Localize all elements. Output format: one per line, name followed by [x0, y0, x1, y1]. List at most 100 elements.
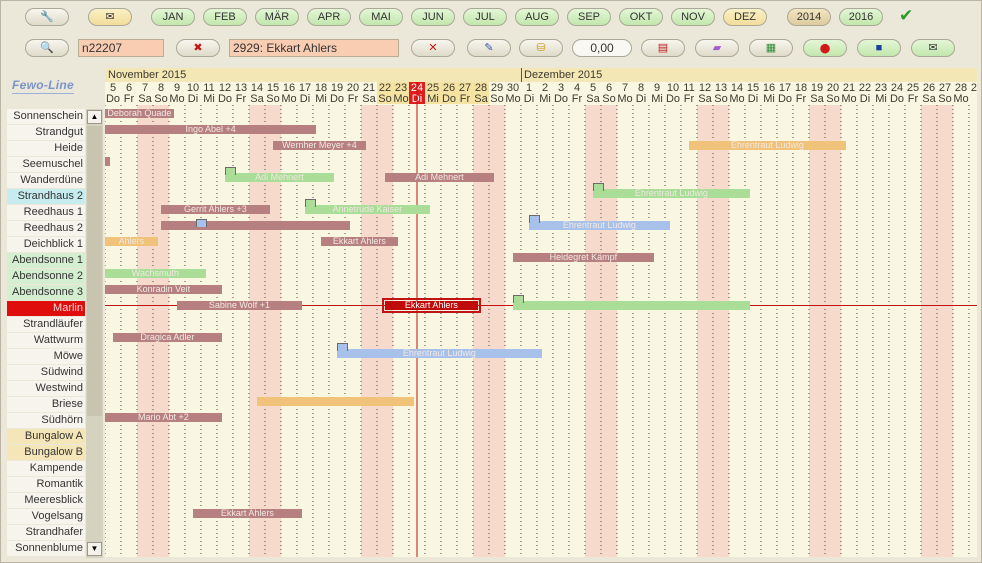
scroll-up-icon[interactable]: ▲ [87, 110, 102, 124]
unit-row-label[interactable]: Romantik [7, 477, 85, 492]
booking-bar[interactable]: Heidegret Kämpf [513, 253, 654, 262]
month-button-3[interactable]: APR [307, 8, 351, 26]
search-button[interactable]: 🔍 [25, 39, 69, 57]
unit-row-label[interactable]: Bungalow B [7, 445, 85, 460]
unit-row-label[interactable]: Abendsonne 3 [7, 285, 85, 300]
unit-row-label[interactable]: Marlin [7, 301, 85, 316]
pdf-icon: ▤ [657, 42, 669, 54]
booking-bar[interactable] [161, 221, 350, 230]
unit-row-label[interactable]: Reedhaus 2 [7, 221, 85, 236]
booking-calendar[interactable]: November 2015 Dezember 2015 5 Do 6 Fr 7 Sa 8 So 9 M… [105, 68, 977, 557]
month-button-0[interactable]: JAN [151, 8, 195, 26]
unit-row-label[interactable]: Wanderdüne [7, 173, 85, 188]
booking-field[interactable]: 2929: Ekkart Ahlers [229, 39, 399, 57]
unit-row-label[interactable]: Briese [7, 397, 85, 412]
month-button-10[interactable]: NOV [671, 8, 715, 26]
month-button-4[interactable]: MAI [359, 8, 403, 26]
unit-row-label[interactable]: Möwe [7, 349, 85, 364]
unit-row-label[interactable]: Seemuschel [7, 157, 85, 172]
booking-bar[interactable]: Ahlers [105, 237, 158, 246]
booking-bar[interactable]: Konradin Veit [105, 285, 222, 294]
booking-bar[interactable] [513, 301, 750, 310]
edit-button[interactable]: ✎ [467, 39, 511, 57]
unit-row-label[interactable]: Sonnenblume [7, 541, 85, 556]
year-next-button[interactable]: 2016 [839, 8, 883, 26]
app-logo: Fewo-Line [12, 78, 75, 94]
unit-row-label[interactable]: Strandhaus 2 [7, 189, 85, 204]
eraser-button[interactable]: ▰ [695, 39, 739, 57]
unit-row-label[interactable]: Abendsonne 2 [7, 269, 85, 284]
booking-bar[interactable] [257, 397, 414, 406]
unit-row-label[interactable]: Wattwurm [7, 333, 85, 348]
unit-row-label[interactable]: Meeresblick [7, 493, 85, 508]
year-prev-button[interactable]: 2014 [787, 8, 831, 26]
unit-row-label[interactable]: Strandläufer [7, 317, 85, 332]
pdf-button[interactable]: ▤ [641, 39, 685, 57]
payment-button[interactable]: ⛁ [519, 39, 563, 57]
todo-button[interactable]: ⬤ [803, 39, 847, 57]
map-button[interactable]: ▦ [749, 39, 793, 57]
arrival-marker [225, 167, 236, 175]
envelope-icon: ✉ [928, 42, 938, 54]
booking-bar[interactable]: Adi Mehnert [225, 173, 334, 182]
arrival-marker [196, 219, 208, 227]
month-button-5[interactable]: JUN [411, 8, 455, 26]
booking-bar[interactable]: Ehrentraut Ludwig [689, 141, 846, 150]
arrival-marker [337, 343, 348, 351]
mail-inbox-button[interactable]: ✉ [88, 8, 132, 26]
booking-bar[interactable]: Ekkart Ahlers [321, 237, 398, 246]
booking-bar[interactable]: Ekkart Ahlers [193, 509, 302, 518]
vertical-scrollbar[interactable]: ▲ ▼ [86, 109, 103, 558]
unit-row-label[interactable]: Sonnenschein [7, 109, 85, 124]
unit-row-label[interactable]: Heide [7, 141, 85, 156]
month-button-11[interactable]: DEZ [723, 8, 767, 26]
unit-row-label[interactable]: Kampende [7, 461, 85, 476]
unit-row-label[interactable]: Reedhaus 1 [7, 205, 85, 220]
remove-customer-button[interactable]: ✖ [176, 39, 220, 57]
booking-bar[interactable]: Ehrentraut Ludwig [337, 349, 542, 358]
unit-row-label[interactable]: Strandgut [7, 125, 85, 140]
email-button[interactable]: ✉ [911, 39, 955, 57]
booking-bar[interactable]: Ehrentraut Ludwig [529, 221, 670, 230]
booking-bar[interactable]: Sabine Wolf +1 [177, 301, 302, 310]
unit-row-label[interactable]: Südhörn [7, 413, 85, 428]
booking-bar[interactable] [105, 157, 110, 166]
arrival-marker [593, 183, 604, 191]
briefcase-button[interactable]: ■ [857, 39, 901, 57]
booking-bar[interactable]: Dragica Adler [113, 333, 222, 342]
booking-bar[interactable]: Gerrit Ahlers +3 [161, 205, 270, 214]
checkmark-icon[interactable]: ✔ [899, 6, 913, 26]
unit-row-label[interactable]: Westwind [7, 381, 85, 396]
unit-row-label[interactable]: Strandhafer [7, 525, 85, 540]
month-button-1[interactable]: FEB [203, 8, 247, 26]
booking-bar[interactable]: Ingo Abel +4 [105, 125, 317, 134]
amount-display: 0,00 [572, 39, 632, 57]
unit-row-label[interactable]: Südwind [7, 365, 85, 380]
unit-row-label[interactable]: Vogelsang [7, 509, 85, 524]
unit-row-label[interactable]: Bungalow A [7, 429, 85, 444]
unit-row-label[interactable]: Deichblick 1 [7, 237, 85, 252]
booking-bar[interactable]: Adi Mehnert [385, 173, 494, 182]
map-icon: ▦ [765, 42, 777, 54]
scroll-down-icon[interactable]: ▼ [87, 542, 102, 556]
settings-button[interactable]: 🔧 [25, 8, 69, 26]
month-button-6[interactable]: JUL [463, 8, 507, 26]
booking-bar[interactable]: Mario Abt +2 [105, 413, 222, 422]
month-button-8[interactable]: SEP [567, 8, 611, 26]
customer-number-field[interactable]: n22207 [78, 39, 164, 57]
scroll-thumb[interactable] [87, 126, 102, 416]
booking-bar[interactable]: Annetrude Kaiser [305, 205, 430, 214]
booking-bar[interactable]: Deborah Quade [105, 109, 174, 118]
booking-bar[interactable]: Wachsmuth [105, 269, 206, 278]
delete-button[interactable]: ✕ [411, 39, 455, 57]
month-button-2[interactable]: MÄR [255, 8, 299, 26]
edit-icon: ✎ [484, 42, 494, 54]
month-button-7[interactable]: AUG [515, 8, 559, 26]
booking-bar[interactable]: Wernher Meyer +4 [273, 141, 366, 150]
arrival-marker [529, 215, 540, 223]
person-remove-icon: ✖ [193, 42, 203, 54]
booking-bar[interactable]: Ekkart Ahlers [382, 298, 481, 313]
booking-bar[interactable]: Ehrentraut Ludwig [593, 189, 750, 198]
unit-row-label[interactable]: Abendsonne 1 [7, 253, 85, 268]
month-button-9[interactable]: OKT [619, 8, 663, 26]
